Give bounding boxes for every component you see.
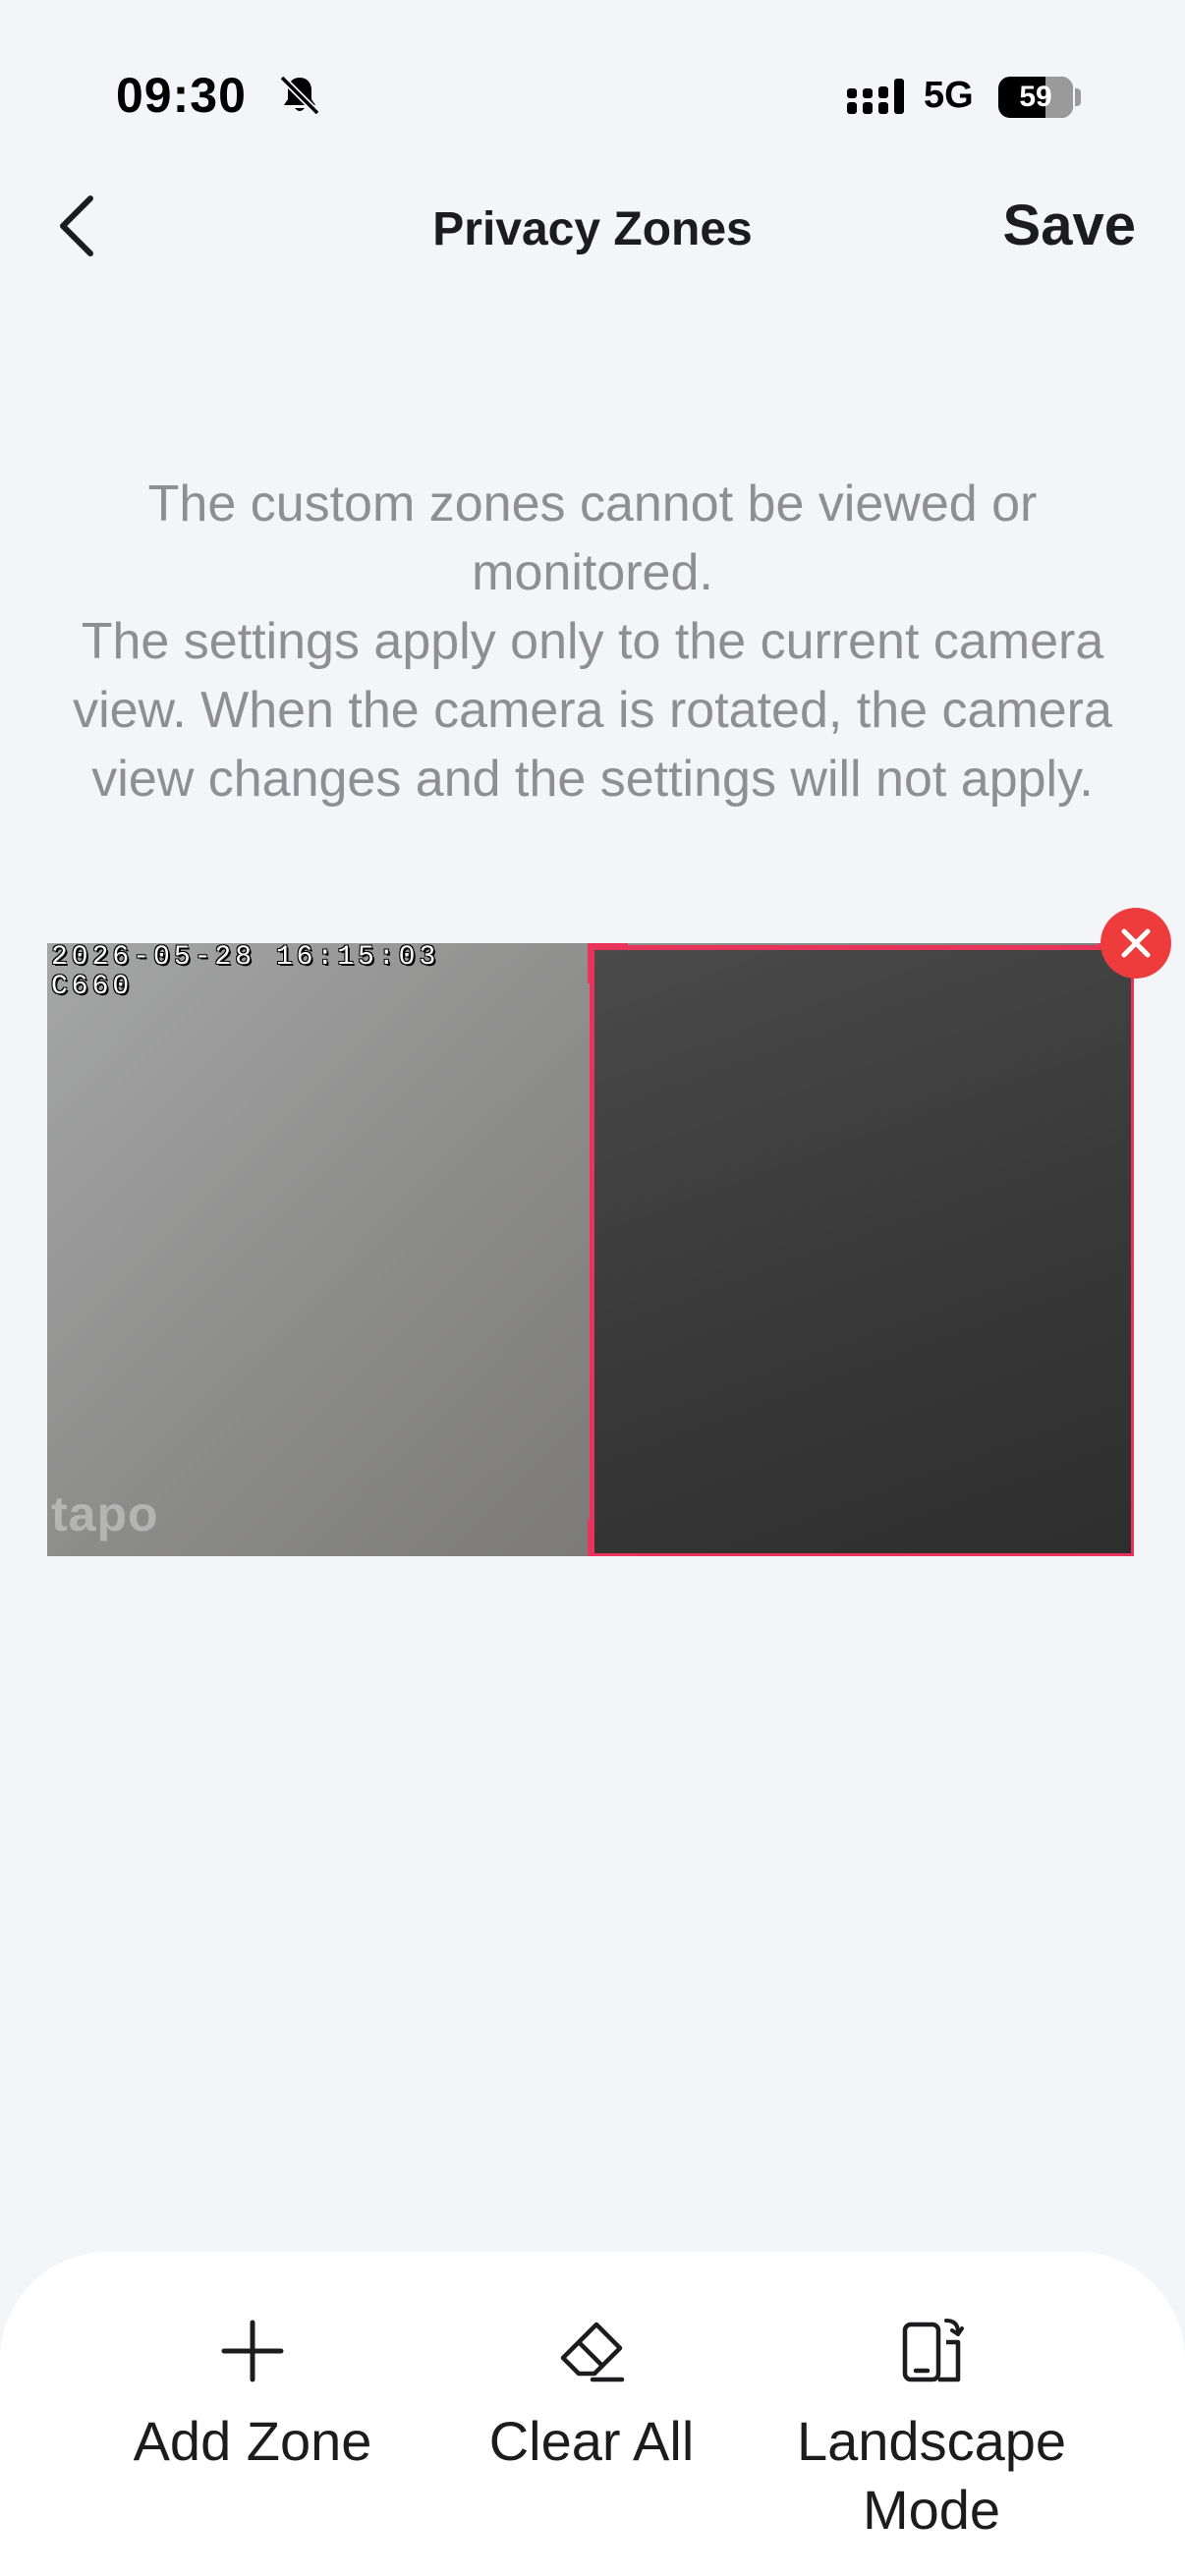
description-line-2: The settings apply only to the current c…	[73, 613, 1112, 808]
add-zone-button[interactable]: Add Zone	[76, 2252, 429, 2476]
camera-preview[interactable]: 2026-05-28 16:15:03 C660 tapo	[47, 943, 1134, 1556]
tapo-watermark: tapo	[51, 1486, 159, 1541]
bottom-toolbar: Add Zone Clear All Landscape Mode	[0, 2252, 1185, 2576]
network-type: 5G	[924, 75, 974, 116]
camera-timestamp: 2026-05-28 16:15:03	[51, 943, 440, 973]
privacy-zones-screen: 09:30 5G 59 Privacy Zones Save The custo…	[0, 0, 1185, 2576]
landscape-mode-button[interactable]: Landscape Mode	[755, 2252, 1108, 2545]
zone-resize-handle-bottom-left[interactable]	[588, 1520, 628, 1556]
privacy-zone[interactable]	[588, 943, 1134, 1556]
battery-level: 59	[1019, 81, 1052, 113]
eraser-icon	[560, 2322, 625, 2382]
battery-nub	[1075, 88, 1081, 106]
signal-bars-icon	[847, 79, 904, 114]
rotate-device-icon	[902, 2319, 964, 2382]
battery-indicator: 59	[998, 77, 1073, 118]
description-line-1: The custom zones cannot be viewed or mon…	[147, 476, 1038, 601]
delete-zone-button[interactable]	[1100, 908, 1171, 979]
privacy-zone-description: The custom zones cannot be viewed or mon…	[59, 470, 1126, 813]
save-button[interactable]: Save	[1003, 193, 1136, 258]
bell-slash-icon	[279, 75, 320, 116]
add-zone-label: Add Zone	[133, 2410, 372, 2472]
clear-all-label: Clear All	[488, 2410, 695, 2472]
zone-resize-handle-top-left[interactable]	[588, 943, 628, 983]
close-icon	[1121, 928, 1151, 958]
zone-resize-handle-bottom-right[interactable]	[1098, 1520, 1134, 1556]
landscape-mode-label: Landscape Mode	[796, 2410, 1066, 2541]
plus-icon	[221, 2320, 284, 2382]
clear-all-button[interactable]: Clear All	[415, 2252, 768, 2476]
status-time: 09:30	[116, 68, 247, 123]
camera-model: C660	[51, 972, 134, 1002]
